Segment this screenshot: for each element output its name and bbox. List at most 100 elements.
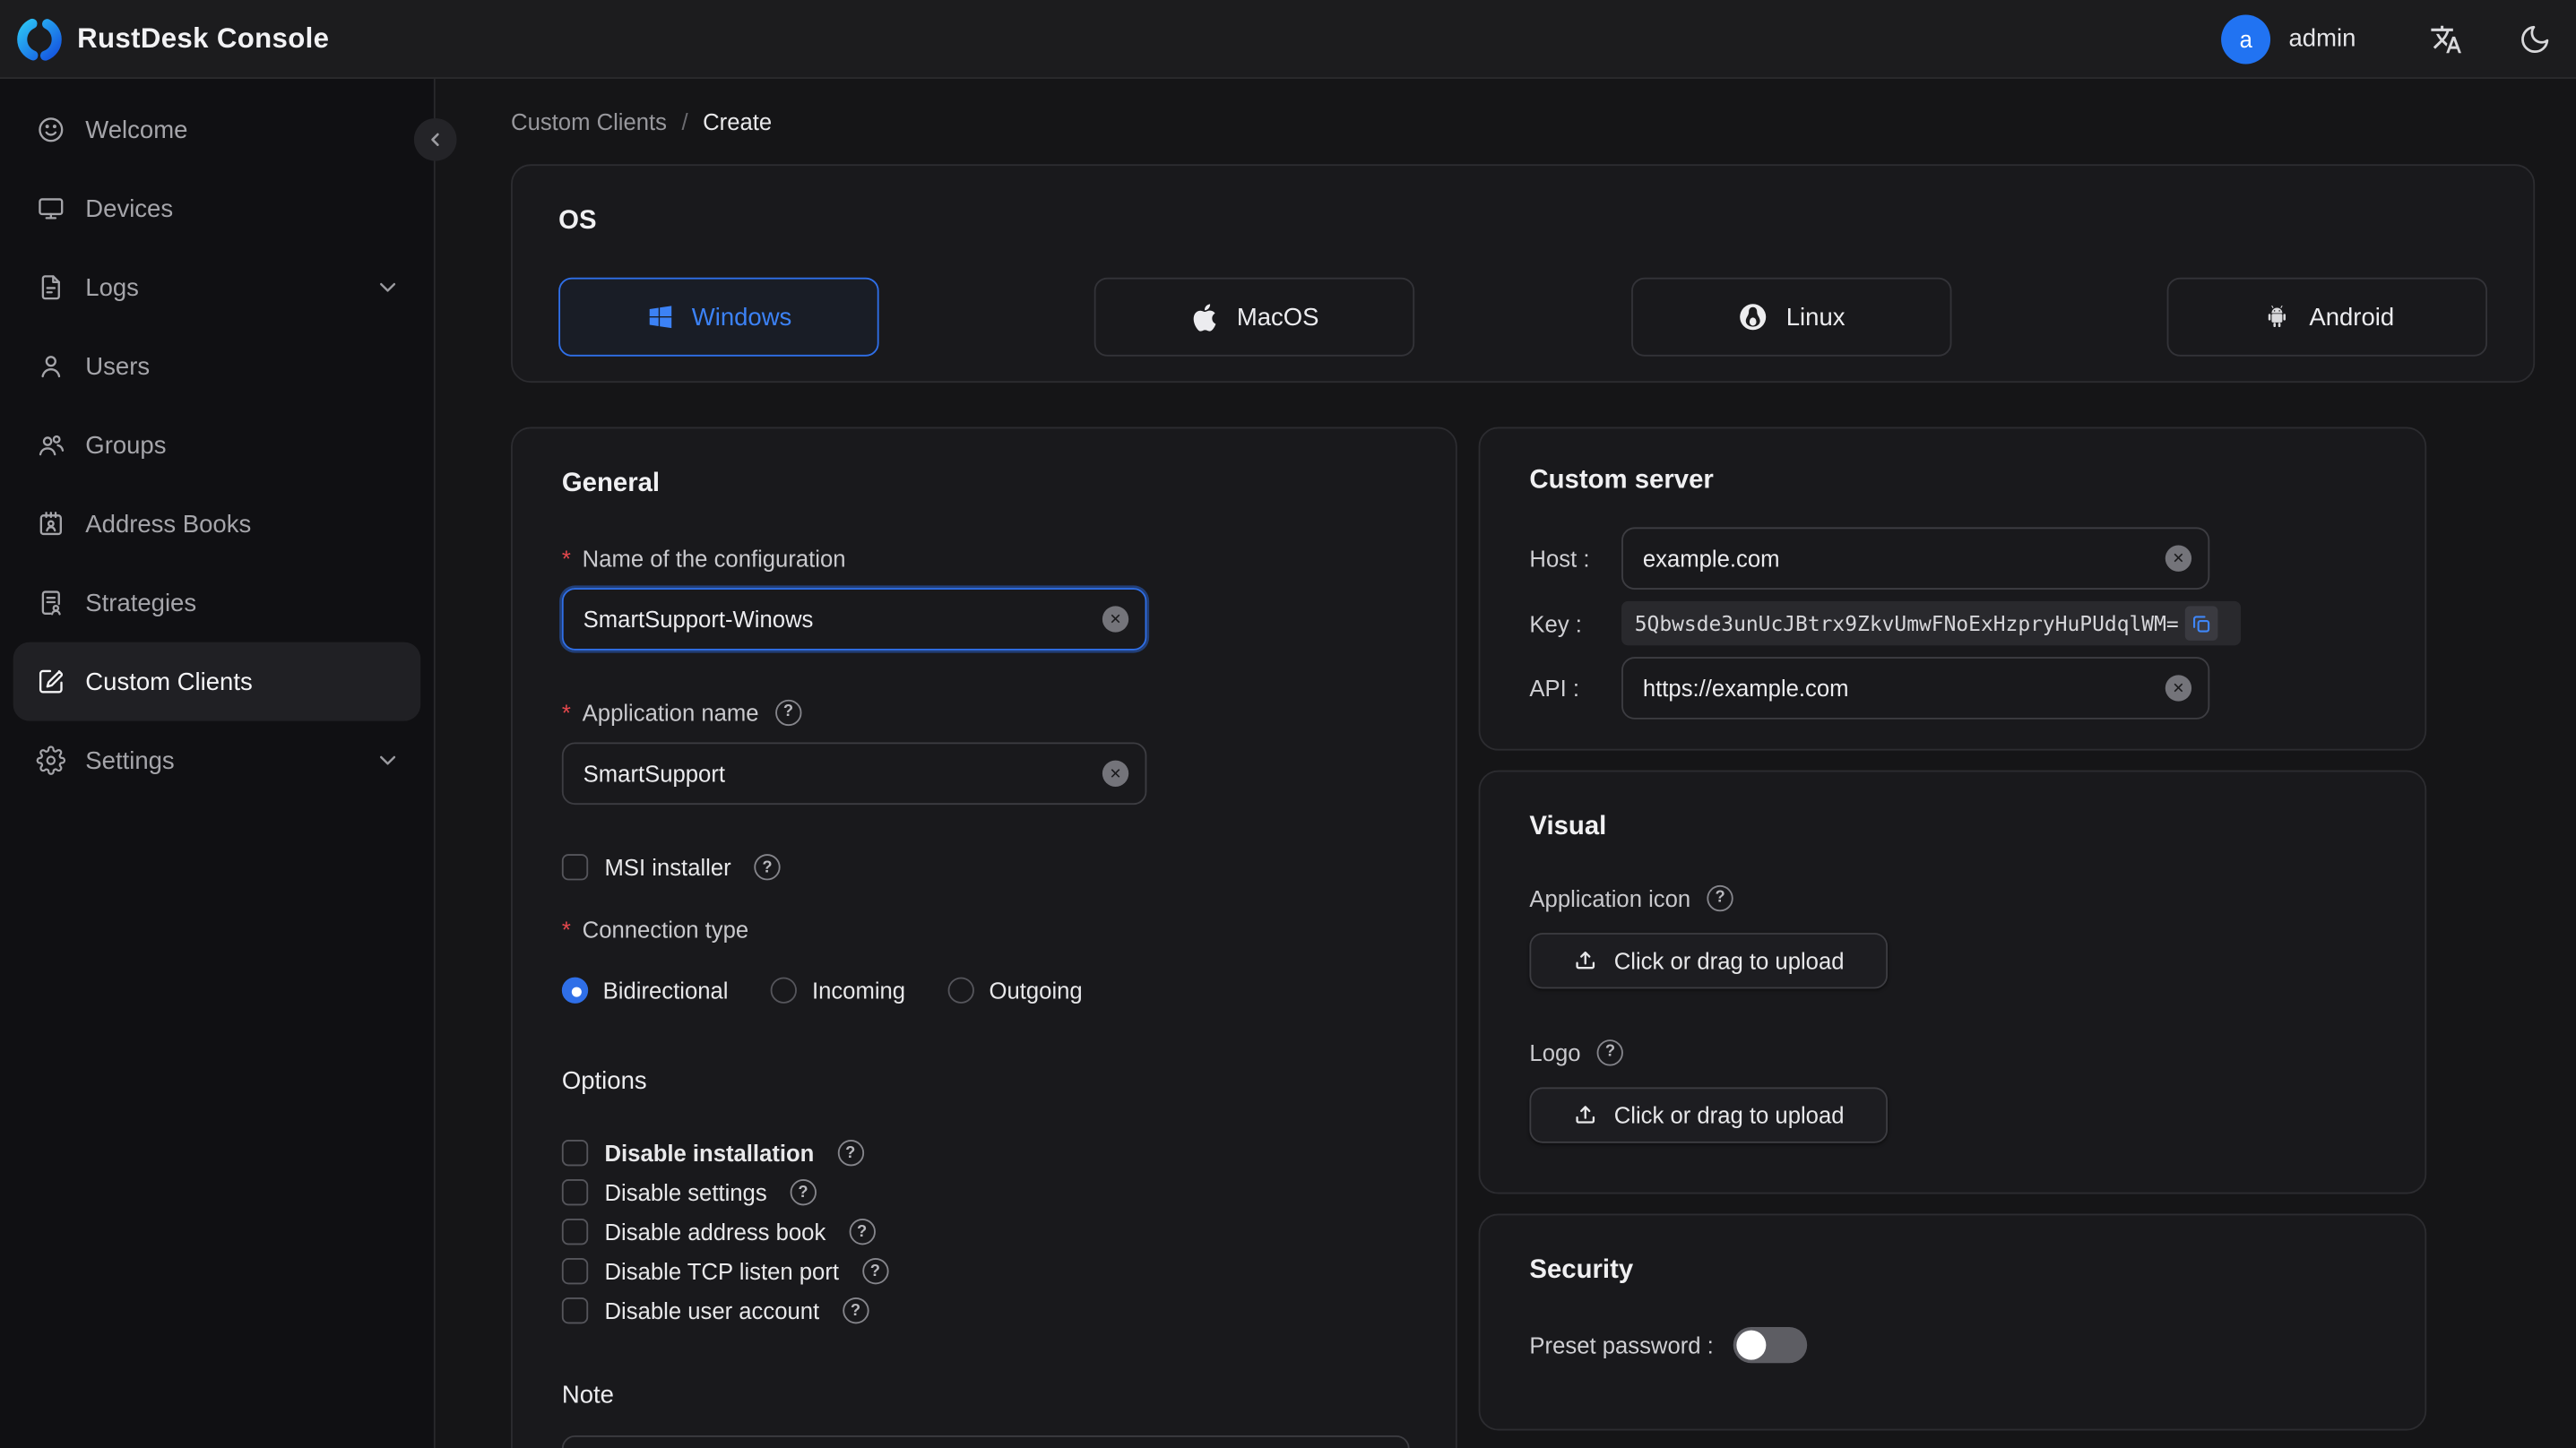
apple-icon xyxy=(1191,302,1221,332)
preset-password-toggle[interactable] xyxy=(1733,1326,1808,1364)
upload-button-label: Click or drag to upload xyxy=(1613,1101,1845,1129)
sidebar-item-logs[interactable]: Logs xyxy=(13,248,421,327)
general-title: General xyxy=(561,470,661,498)
sidebar-item-label: Devices xyxy=(85,194,174,223)
sidebar-item-welcome[interactable]: Welcome xyxy=(13,90,421,169)
radio-icon xyxy=(771,977,798,1004)
copy-icon[interactable] xyxy=(2185,606,2218,641)
radio-outgoing[interactable]: Outgoing xyxy=(947,977,1083,1004)
clear-icon[interactable]: ✕ xyxy=(2165,545,2192,572)
general-section: General * Name of the configuration ✕ * … xyxy=(511,427,1457,1448)
clear-icon[interactable]: ✕ xyxy=(2165,675,2192,702)
sidebar-collapse-button[interactable] xyxy=(413,117,457,161)
help-icon[interactable]: ? xyxy=(848,1219,876,1245)
toggle-knob xyxy=(1736,1330,1767,1360)
sidebar-item-devices[interactable]: Devices xyxy=(13,169,421,248)
sidebar-item-label: Welcome xyxy=(85,116,188,144)
host-field: ✕ xyxy=(1621,527,2210,590)
option-disable-user-account: Disable user account ? xyxy=(561,1297,1406,1324)
upload-button-label: Click or drag to upload xyxy=(1613,947,1845,974)
api-field: ✕ xyxy=(1621,657,2210,720)
msi-installer-row: MSI installer ? xyxy=(561,854,1406,881)
help-icon[interactable]: ? xyxy=(774,699,802,727)
sidebar-item-users[interactable]: Users xyxy=(13,327,421,406)
msi-installer-checkbox[interactable] xyxy=(561,854,589,881)
radio-icon xyxy=(947,977,975,1004)
monitor-icon xyxy=(36,194,65,223)
sidebar-item-label: Custom Clients xyxy=(85,668,253,696)
disable-user-account-checkbox[interactable] xyxy=(561,1297,589,1324)
sidebar-item-label: Groups xyxy=(85,431,167,460)
application-icon-upload-button[interactable]: Click or drag to upload xyxy=(1529,933,1889,989)
linux-icon xyxy=(1737,300,1770,333)
sidebar-item-label: Logs xyxy=(85,273,139,302)
preset-password-label: Preset password : xyxy=(1529,1332,1714,1358)
clear-icon[interactable]: ✕ xyxy=(1102,606,1129,633)
disable-settings-checkbox[interactable] xyxy=(561,1179,589,1206)
key-label: Key : xyxy=(1529,609,1582,637)
application-name-input[interactable] xyxy=(563,744,1145,804)
help-icon[interactable]: ? xyxy=(837,1140,864,1167)
sidebar-item-groups[interactable]: Groups xyxy=(13,406,421,485)
help-icon[interactable]: ? xyxy=(842,1297,869,1324)
sidebar-item-custom-clients[interactable]: Custom Clients xyxy=(13,642,421,721)
sidebar-item-settings[interactable]: Settings xyxy=(13,721,421,800)
clear-icon[interactable]: ✕ xyxy=(1102,760,1129,787)
os-title: OS xyxy=(558,206,597,236)
note-textarea[interactable] xyxy=(561,1435,1410,1448)
host-input[interactable] xyxy=(1622,529,2209,589)
breadcrumb-separator: / xyxy=(681,108,688,135)
os-option-label: Android xyxy=(2309,303,2395,332)
smiley-icon xyxy=(36,115,65,144)
api-label: API : xyxy=(1529,675,1580,702)
os-option-label: Linux xyxy=(1785,303,1846,332)
help-icon[interactable]: ? xyxy=(861,1258,888,1285)
radio-bidirectional[interactable]: Bidirectional xyxy=(561,977,728,1004)
disable-installation-checkbox[interactable] xyxy=(561,1140,589,1167)
disable-address-book-checkbox[interactable] xyxy=(561,1219,589,1245)
os-option-windows[interactable]: Windows xyxy=(558,277,879,357)
sidebar-item-label: Settings xyxy=(85,746,175,775)
custom-server-section: Custom server Host : ✕ Key : xyxy=(1478,427,2427,751)
sidebar-item-address-books[interactable]: Address Books xyxy=(13,485,421,564)
username: admin xyxy=(2288,24,2356,53)
os-option-android[interactable]: Android xyxy=(2166,277,2487,357)
radio-incoming[interactable]: Incoming xyxy=(771,977,905,1004)
config-name-field: ✕ xyxy=(561,588,1147,651)
help-icon[interactable]: ? xyxy=(1596,1039,1624,1066)
translate-icon[interactable] xyxy=(2428,21,2464,56)
key-field: 5Qbwsde3unUcJBtrx9ZkvUmwFNoExHzpryHuPUdq… xyxy=(1621,600,2242,646)
edit-icon xyxy=(36,667,65,696)
visual-title: Visual xyxy=(1529,813,1607,841)
application-name-field: ✕ xyxy=(561,742,1147,806)
sidebar-item-label: Users xyxy=(85,352,151,381)
sidebar-item-strategies[interactable]: Strategies xyxy=(13,564,421,642)
windows-icon xyxy=(645,302,675,332)
upload-icon xyxy=(1573,1102,1599,1128)
breadcrumb-parent[interactable]: Custom Clients xyxy=(511,108,667,134)
disable-tcp-listen-port-checkbox[interactable] xyxy=(561,1258,589,1285)
sidebar-item-label: Strategies xyxy=(85,589,197,617)
logo-upload-button[interactable]: Click or drag to upload xyxy=(1529,1087,1889,1143)
help-icon[interactable]: ? xyxy=(790,1179,817,1206)
security-section: Security Preset password : xyxy=(1478,1213,2427,1431)
config-name-input[interactable] xyxy=(563,590,1145,649)
android-icon xyxy=(2260,300,2293,333)
help-icon[interactable]: ? xyxy=(1707,884,1733,912)
main-content: Custom Clients / Create OS Windows MacOS… xyxy=(436,79,2576,1448)
breadcrumb-current: Create xyxy=(703,108,773,135)
dark-mode-icon[interactable] xyxy=(2517,21,2553,56)
radio-icon xyxy=(561,977,589,1004)
strategy-icon xyxy=(36,588,65,617)
rustdesk-console-app: RustDesk Console a admin Welcome Devices… xyxy=(0,0,2576,1448)
user-menu[interactable]: a admin xyxy=(2221,13,2356,64)
os-option-label: MacOS xyxy=(1236,303,1319,332)
help-icon[interactable]: ? xyxy=(754,854,781,881)
api-row: API : ✕ xyxy=(1529,657,2375,720)
option-disable-tcp-listen-port: Disable TCP listen port ? xyxy=(561,1258,1406,1285)
config-name-label: * Name of the configuration xyxy=(561,545,846,572)
os-option-linux[interactable]: Linux xyxy=(1630,277,1951,357)
gear-icon xyxy=(36,746,66,775)
api-input[interactable] xyxy=(1622,658,2209,718)
os-option-macos[interactable]: MacOS xyxy=(1094,277,1415,357)
